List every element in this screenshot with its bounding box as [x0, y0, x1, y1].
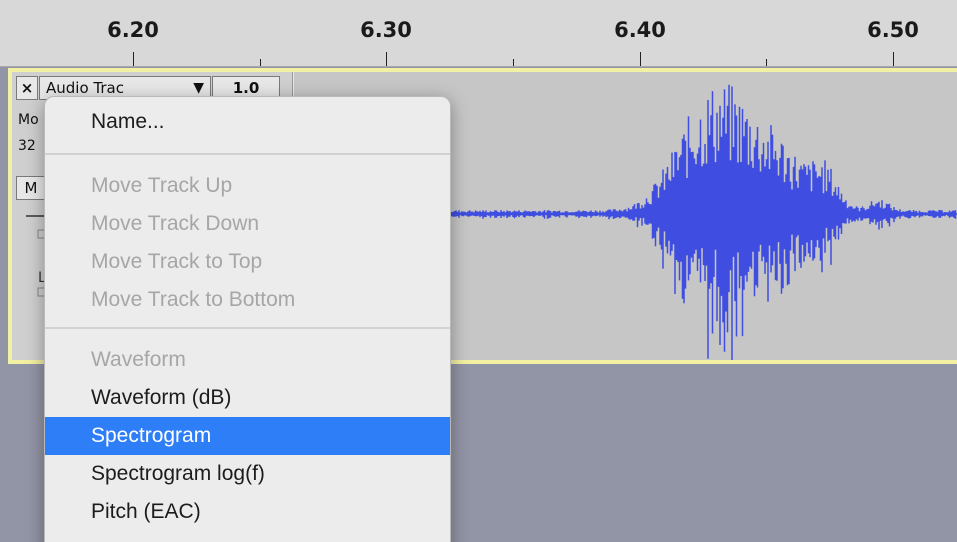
ruler-major-tick: [133, 52, 134, 66]
track-name-label: Audio Trac: [46, 79, 124, 97]
track-info-mono: Mo: [18, 112, 39, 128]
menu-item-name[interactable]: Name...: [45, 103, 450, 141]
pan-slider-icon[interactable]: L: [26, 270, 46, 300]
ruler-major-tick: [640, 52, 641, 66]
menu-item-spectrogram-log-f[interactable]: Spectrogram log(f): [45, 455, 450, 493]
mute-button[interactable]: M: [16, 176, 46, 200]
track-info-rate: 32: [18, 138, 36, 154]
menu-item-move-track-up[interactable]: Move Track Up: [45, 167, 450, 205]
ruler-label-6-30: 6.30: [360, 18, 412, 42]
menu-item-move-track-to-bottom[interactable]: Move Track to Bottom: [45, 281, 450, 319]
ruler-major-tick: [386, 52, 387, 66]
ruler-minor-tick: [513, 59, 514, 66]
ruler-label-6-50: 6.50: [867, 18, 919, 42]
audacity-window: 6.20 6.30 6.40 6.50 × Audio Trac ▼ 1.0 M…: [0, 0, 957, 542]
menu-item-move-track-to-top[interactable]: Move Track to Top: [45, 243, 450, 281]
menu-item-spectrogram[interactable]: Spectrogram: [45, 417, 450, 455]
menu-item-move-track-down[interactable]: Move Track Down: [45, 205, 450, 243]
menu-item-waveform-db[interactable]: Waveform (dB): [45, 379, 450, 417]
ruler-minor-tick: [766, 59, 767, 66]
track-dropdown-menu: Name... Move Track Up Move Track Down Mo…: [44, 96, 451, 542]
timeline-ruler[interactable]: 6.20 6.30 6.40 6.50: [0, 0, 957, 67]
ruler-major-tick: [893, 52, 894, 66]
menu-separator: [45, 327, 450, 329]
menu-item-pitch-eac[interactable]: Pitch (EAC): [45, 493, 450, 531]
menu-item-waveform[interactable]: Waveform: [45, 341, 450, 379]
gain-slider-icon[interactable]: [26, 212, 46, 242]
ruler-minor-tick: [260, 59, 261, 66]
menu-separator: [45, 153, 450, 155]
close-track-button[interactable]: ×: [16, 76, 38, 100]
ruler-label-6-20: 6.20: [107, 18, 159, 42]
ruler-label-6-40: 6.40: [614, 18, 666, 42]
